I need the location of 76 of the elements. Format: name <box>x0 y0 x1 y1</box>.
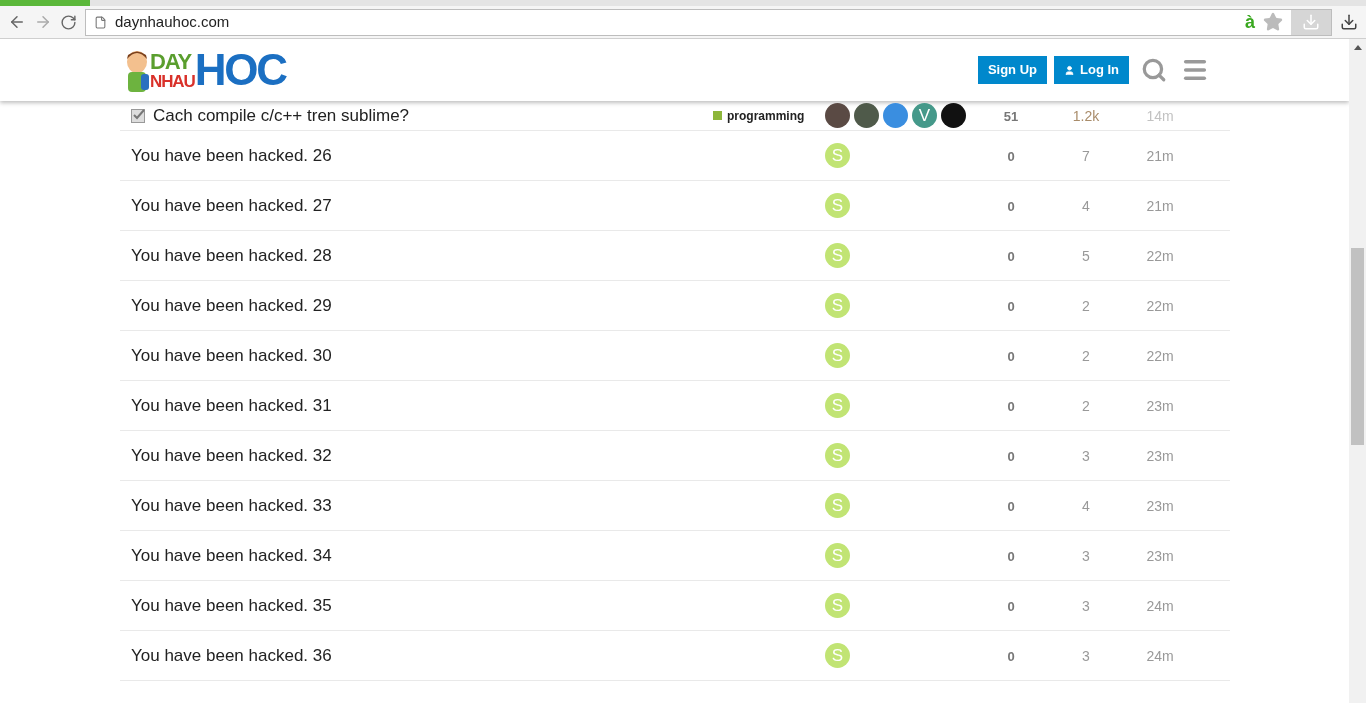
view-count: 1.2k <box>1072 107 1100 124</box>
scrollbar[interactable] <box>1349 39 1366 703</box>
activity-time[interactable]: 22m <box>1146 347 1174 364</box>
reply-count: 0 <box>1007 148 1015 164</box>
view-count: 3 <box>1082 447 1090 464</box>
reply-count: 0 <box>1007 248 1015 264</box>
download-icon[interactable] <box>1340 13 1358 31</box>
reply-count: 0 <box>1007 448 1015 464</box>
view-count: 2 <box>1082 347 1090 364</box>
scroll-up-arrow-icon[interactable] <box>1353 45 1362 50</box>
reply-count: 0 <box>1007 548 1015 564</box>
activity-time[interactable]: 23m <box>1146 547 1174 564</box>
activity-time[interactable]: 22m <box>1146 297 1174 314</box>
url-text: daynhauhoc.com <box>115 11 231 32</box>
view-count: 2 <box>1082 297 1090 314</box>
topic-title-link[interactable]: You have been hacked. 29 <box>131 292 332 319</box>
view-count: 5 <box>1082 247 1090 264</box>
scrollbar-thumb[interactable] <box>1351 248 1364 445</box>
reply-count: 0 <box>1007 498 1015 514</box>
login-button[interactable]: Log In <box>1054 56 1129 84</box>
forward-icon[interactable] <box>34 13 52 31</box>
avatar-photo-placeholder[interactable] <box>825 103 850 128</box>
extension-icon[interactable]: à <box>1245 8 1255 36</box>
activity-time[interactable]: 24m <box>1146 647 1174 664</box>
reply-count: 0 <box>1007 298 1015 314</box>
view-count: 7 <box>1082 147 1090 164</box>
topic-title-link[interactable]: You have been hacked. 35 <box>131 592 332 619</box>
address-bar[interactable]: daynhauhoc.com à <box>85 8 1332 36</box>
reply-count: 51 <box>1003 108 1019 124</box>
signup-button[interactable]: Sign Up <box>977 56 1047 84</box>
topic-title-link[interactable]: You have been hacked. 26 <box>131 142 332 169</box>
user-icon <box>1064 64 1075 76</box>
avatar-photo-placeholder[interactable] <box>854 103 879 128</box>
topic-title-link[interactable]: You have been hacked. 34 <box>131 542 332 569</box>
topic-title-link[interactable]: You have been hacked. 31 <box>131 392 332 419</box>
activity-time[interactable]: 23m <box>1146 447 1174 464</box>
topic-title-link[interactable]: You have been hacked. 27 <box>131 192 332 219</box>
activity-time[interactable]: 24m <box>1146 597 1174 614</box>
avatar-photo-placeholder[interactable] <box>941 103 966 128</box>
view-count: 3 <box>1082 597 1090 614</box>
topic-title-link[interactable]: You have been hacked. 28 <box>131 242 332 269</box>
reply-count: 0 <box>1007 198 1015 214</box>
topic-title-link[interactable]: You have been hacked. 33 <box>131 492 332 519</box>
reply-count: 0 <box>1007 598 1015 614</box>
page-icon <box>94 14 107 30</box>
activity-time[interactable]: 23m <box>1146 497 1174 514</box>
view-count: 3 <box>1082 547 1090 564</box>
reply-count: 0 <box>1007 398 1015 414</box>
reload-icon[interactable] <box>60 13 77 31</box>
topic-title-link[interactable]: Cach compile c/c++ tren sublime? <box>153 102 410 129</box>
back-icon[interactable] <box>8 13 26 31</box>
bookmark-star-icon[interactable] <box>1263 12 1283 32</box>
logo-text: HOC <box>194 48 286 92</box>
logo-text: NHAU <box>150 72 195 92</box>
topic-title-link[interactable]: You have been hacked. 36 <box>131 642 332 669</box>
download-icon <box>1302 13 1320 31</box>
category-link[interactable]: programming <box>727 106 805 125</box>
activity-time[interactable]: 23m <box>1146 397 1174 414</box>
cartoon-boy-drawing <box>124 50 150 92</box>
reply-count: 0 <box>1007 648 1015 664</box>
reply-count: 0 <box>1007 348 1015 364</box>
topic-title-link[interactable]: You have been hacked. 30 <box>131 342 332 369</box>
view-count: 4 <box>1082 197 1090 214</box>
logo-text: DAY <box>150 52 193 72</box>
view-count: 4 <box>1082 497 1090 514</box>
search-icon[interactable] <box>1141 57 1167 83</box>
user-avatar[interactable]: V <box>912 103 937 128</box>
activity-time[interactable]: 14m <box>1146 107 1174 124</box>
topic-title-link[interactable]: You have been hacked. 32 <box>131 442 332 469</box>
activity-time[interactable]: 21m <box>1146 197 1174 214</box>
view-count: 2 <box>1082 397 1090 414</box>
tab-strip[interactable] <box>0 0 1366 6</box>
activity-time[interactable]: 22m <box>1146 247 1174 264</box>
activity-time[interactable]: 21m <box>1146 147 1174 164</box>
download-extension-button[interactable] <box>1291 9 1331 35</box>
view-count: 3 <box>1082 647 1090 664</box>
